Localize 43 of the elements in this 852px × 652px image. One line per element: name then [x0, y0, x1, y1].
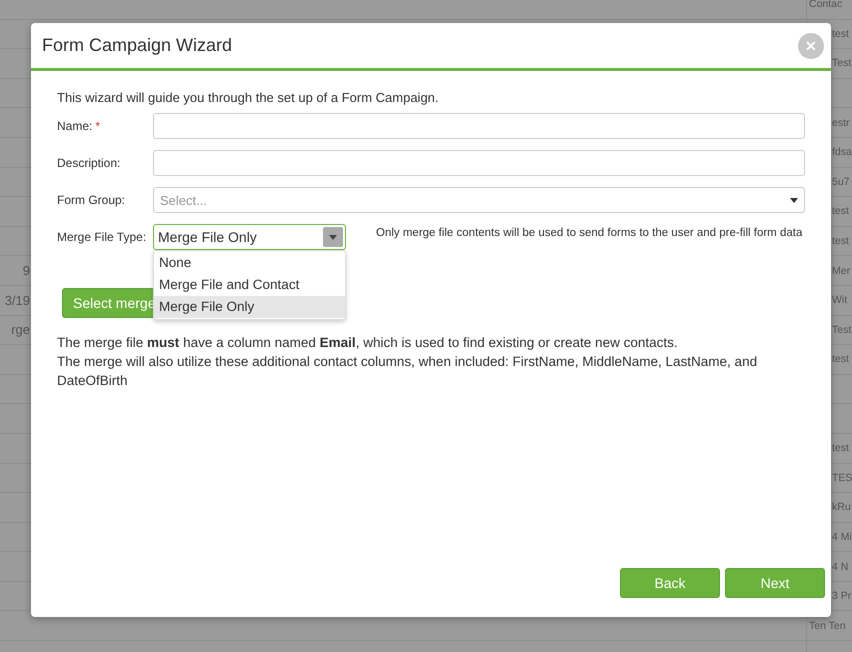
table-cell: estr: [832, 116, 850, 129]
dropdown-option[interactable]: Merge File Only: [154, 296, 345, 318]
table-cell: 4 N: [832, 560, 848, 573]
table-cell: 3 Pr: [832, 590, 852, 602]
table-cell: 3/19: [4, 292, 30, 308]
table-cell: test: [832, 353, 849, 366]
text-field[interactable]: [153, 150, 805, 176]
caret-icon: [790, 198, 798, 202]
table-cell: Wit: [832, 294, 848, 306]
required-mark: *: [95, 119, 100, 133]
field-label: Form Group:: [57, 193, 126, 207]
table-cell: 9: [22, 263, 30, 278]
field-label: Description:: [57, 156, 120, 170]
wizard-button[interactable]: Back: [620, 568, 720, 598]
table-cell: 4 Mi: [832, 530, 852, 543]
select-field[interactable]: Select...: [153, 187, 805, 213]
table-cell: Test: [832, 324, 852, 336]
table-cell: test: [832, 235, 849, 248]
table-cell: Mer: [832, 264, 850, 277]
table-cell: rge: [11, 322, 30, 338]
table-cell: Test: [832, 57, 852, 70]
field-label: Name:: [57, 119, 92, 133]
table-cell: 5u7: [832, 176, 850, 188]
table-cell: test: [832, 442, 849, 454]
hint-text: Only merge file contents will be used to send forms to the user and pre-fill form data: [376, 226, 804, 241]
table-cell: TES: [832, 472, 852, 484]
table-cell: Ten Ten: [809, 620, 846, 632]
close-button[interactable]: ✕: [798, 32, 824, 58]
note-text: The merge will also utilize these additional contact columns, when included: FirstName, MiddleName, LastName, and DateOfBirth: [57, 353, 758, 390]
table-cell: test: [832, 205, 849, 218]
wizard-button[interactable]: Next: [725, 568, 825, 598]
dropdown-field[interactable]: Merge File Only: [153, 224, 346, 250]
intro-text: This wizard will guide you through the set up of a Form Campaign.: [57, 90, 440, 105]
table-cell: Contac: [809, 0, 842, 10]
note-text: The merge file must have a column named Email, which is used to find existing or create new contacts.: [57, 334, 679, 352]
table-cell: fdsa: [832, 146, 852, 158]
text-field[interactable]: [153, 113, 805, 139]
table-cell: test: [832, 28, 849, 40]
field-label: Merge File Type:: [57, 230, 146, 244]
dialog-title: Form Campaign Wizard: [42, 35, 232, 56]
dropdown-option[interactable]: None: [154, 252, 345, 274]
caret-icon: [323, 227, 343, 247]
table-cell: kRu: [832, 501, 851, 514]
